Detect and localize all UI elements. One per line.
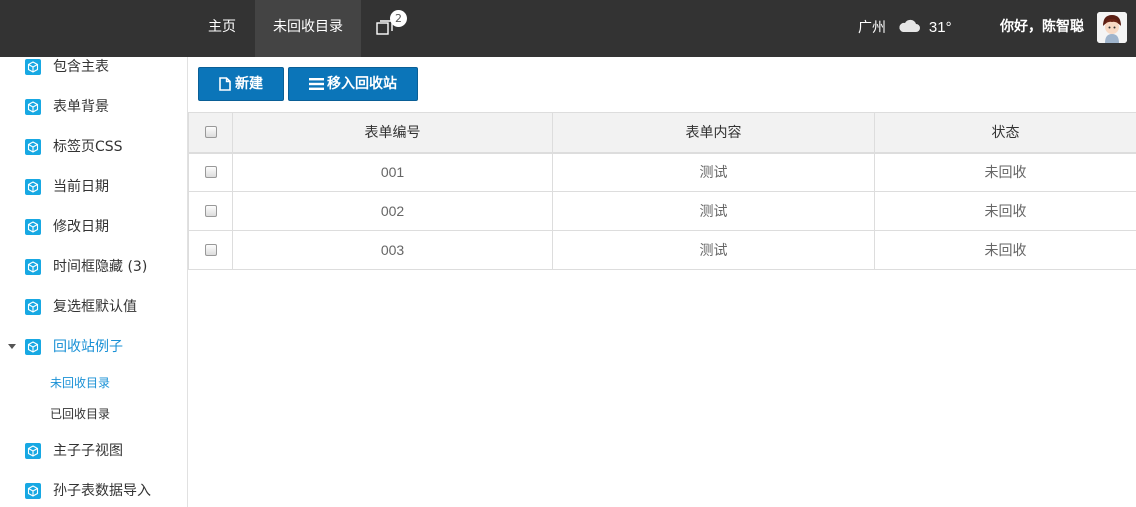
open-tabs-button[interactable]: 2: [366, 0, 414, 57]
recycle-button-label: 移入回收站: [327, 76, 397, 92]
sidebar-item-tab-page-css[interactable]: 标签页CSS: [0, 127, 187, 167]
table-row[interactable]: 001 测试 未回收: [188, 152, 1136, 192]
sidebar-item-label: 时间框隐藏 (3): [53, 259, 148, 275]
sidebar-item-label: 回收站例子: [53, 339, 123, 355]
column-header-code[interactable]: 表单编号: [232, 112, 553, 154]
nav-unrecycled-directory[interactable]: 未回收目录: [255, 0, 361, 57]
cube-icon: [25, 443, 41, 459]
sidebar-item-hidden-timebox[interactable]: 时间框隐藏 (3): [0, 247, 187, 287]
sidebar-item-grandchild-import[interactable]: 孙子表数据导入: [0, 471, 187, 507]
sidebar-item-label: 当前日期: [53, 179, 109, 195]
row-select-cell: [188, 230, 233, 270]
weather-city: 广州: [858, 20, 886, 36]
cube-icon: [25, 139, 41, 155]
column-header-content[interactable]: 表单内容: [552, 112, 875, 154]
cell-status: 未回收: [874, 230, 1136, 270]
sidebar: 包含主表表单背景标签页CSS 当前日期修改日期时间框隐藏 (3) 复选框默认值 回收站…: [0, 57, 188, 507]
sidebar-item-label: 包含主表: [53, 59, 109, 75]
move-to-recycle-bin-button[interactable]: 移入回收站: [288, 67, 418, 101]
list-icon: [309, 78, 324, 90]
cube-icon: [25, 299, 41, 315]
cell-form-content: 测试: [552, 230, 875, 270]
sidebar-item-modify-date[interactable]: 修改日期: [0, 207, 187, 247]
sidebar-item-current-date[interactable]: 当前日期: [0, 167, 187, 207]
new-button[interactable]: 新建: [198, 67, 284, 101]
sidebar-item-label: 复选框默认值: [53, 299, 137, 315]
select-all-checkbox[interactable]: [204, 126, 217, 139]
sidebar-subitem-unrecycled-directory[interactable]: 未回收目录: [50, 371, 110, 395]
cube-icon: [25, 99, 41, 115]
weather-temperature: 31°: [928, 19, 952, 36]
tabs-count-badge: 2: [390, 10, 407, 27]
sidebar-subitem-recycled-directory[interactable]: 已回收目录: [50, 402, 110, 426]
sidebar-item-recycle-bin-example[interactable]: 回收站例子: [0, 327, 187, 367]
sidebar-item-label: 表单背景: [53, 99, 109, 115]
sidebar-item-main-sub-view[interactable]: 主子子视图: [0, 431, 187, 471]
table-header-row: 表单编号 表单内容 状态: [188, 112, 1136, 154]
cloud-icon: [899, 19, 921, 32]
weather-widget: 广州 31°: [858, 0, 952, 57]
top-navbar: 主页 未回收目录 2 广州 31° 你好，陈智聪: [0, 0, 1136, 57]
cell-form-code: 003: [232, 230, 553, 270]
row-checkbox[interactable]: [204, 205, 217, 217]
cube-icon: [25, 259, 41, 275]
cell-form-code: 001: [232, 152, 553, 192]
cell-form-code: 002: [232, 191, 553, 231]
row-select-cell: [188, 191, 233, 231]
cube-icon: [25, 179, 41, 195]
sidebar-item-label: 标签页CSS: [53, 139, 123, 155]
sidebar-item-label: 修改日期: [53, 219, 109, 235]
user-greeting[interactable]: 你好，陈智聪: [1000, 0, 1084, 55]
column-header-status[interactable]: 状态: [874, 112, 1136, 154]
cell-form-content: 测试: [552, 191, 875, 231]
cell-form-content: 测试: [552, 152, 875, 192]
row-select-cell: [188, 152, 233, 192]
caret-down-icon[interactable]: [8, 344, 16, 349]
cube-icon: [25, 219, 41, 235]
table-row[interactable]: 002 测试 未回收: [188, 191, 1136, 231]
row-checkbox[interactable]: [204, 166, 217, 179]
file-icon: [219, 77, 231, 91]
sidebar-item-checkbox-default[interactable]: 复选框默认值: [0, 287, 187, 327]
cell-status: 未回收: [874, 152, 1136, 192]
sidebar-item-form-background[interactable]: 表单背景: [0, 87, 187, 127]
sidebar-item-label: 孙子表数据导入: [53, 483, 151, 499]
sidebar-item-include-main-table[interactable]: 包含主表: [0, 57, 187, 87]
cube-icon: [25, 483, 41, 499]
sidebar-item-label: 主子子视图: [53, 443, 123, 459]
nav-home[interactable]: 主页: [190, 0, 254, 57]
cube-icon: [25, 59, 41, 75]
new-button-label: 新建: [235, 76, 263, 92]
cube-icon: [25, 339, 41, 355]
avatar-image: [1097, 12, 1127, 43]
table-row[interactable]: 003 测试 未回收: [188, 230, 1136, 270]
row-checkbox[interactable]: [204, 244, 217, 256]
avatar[interactable]: [1097, 12, 1127, 43]
cell-status: 未回收: [874, 191, 1136, 231]
select-all-cell: [188, 112, 233, 154]
form-table: 表单编号 表单内容 状态 001 测试 未回收 002 测试 未回收 003 测试 未回收: [188, 112, 1136, 270]
